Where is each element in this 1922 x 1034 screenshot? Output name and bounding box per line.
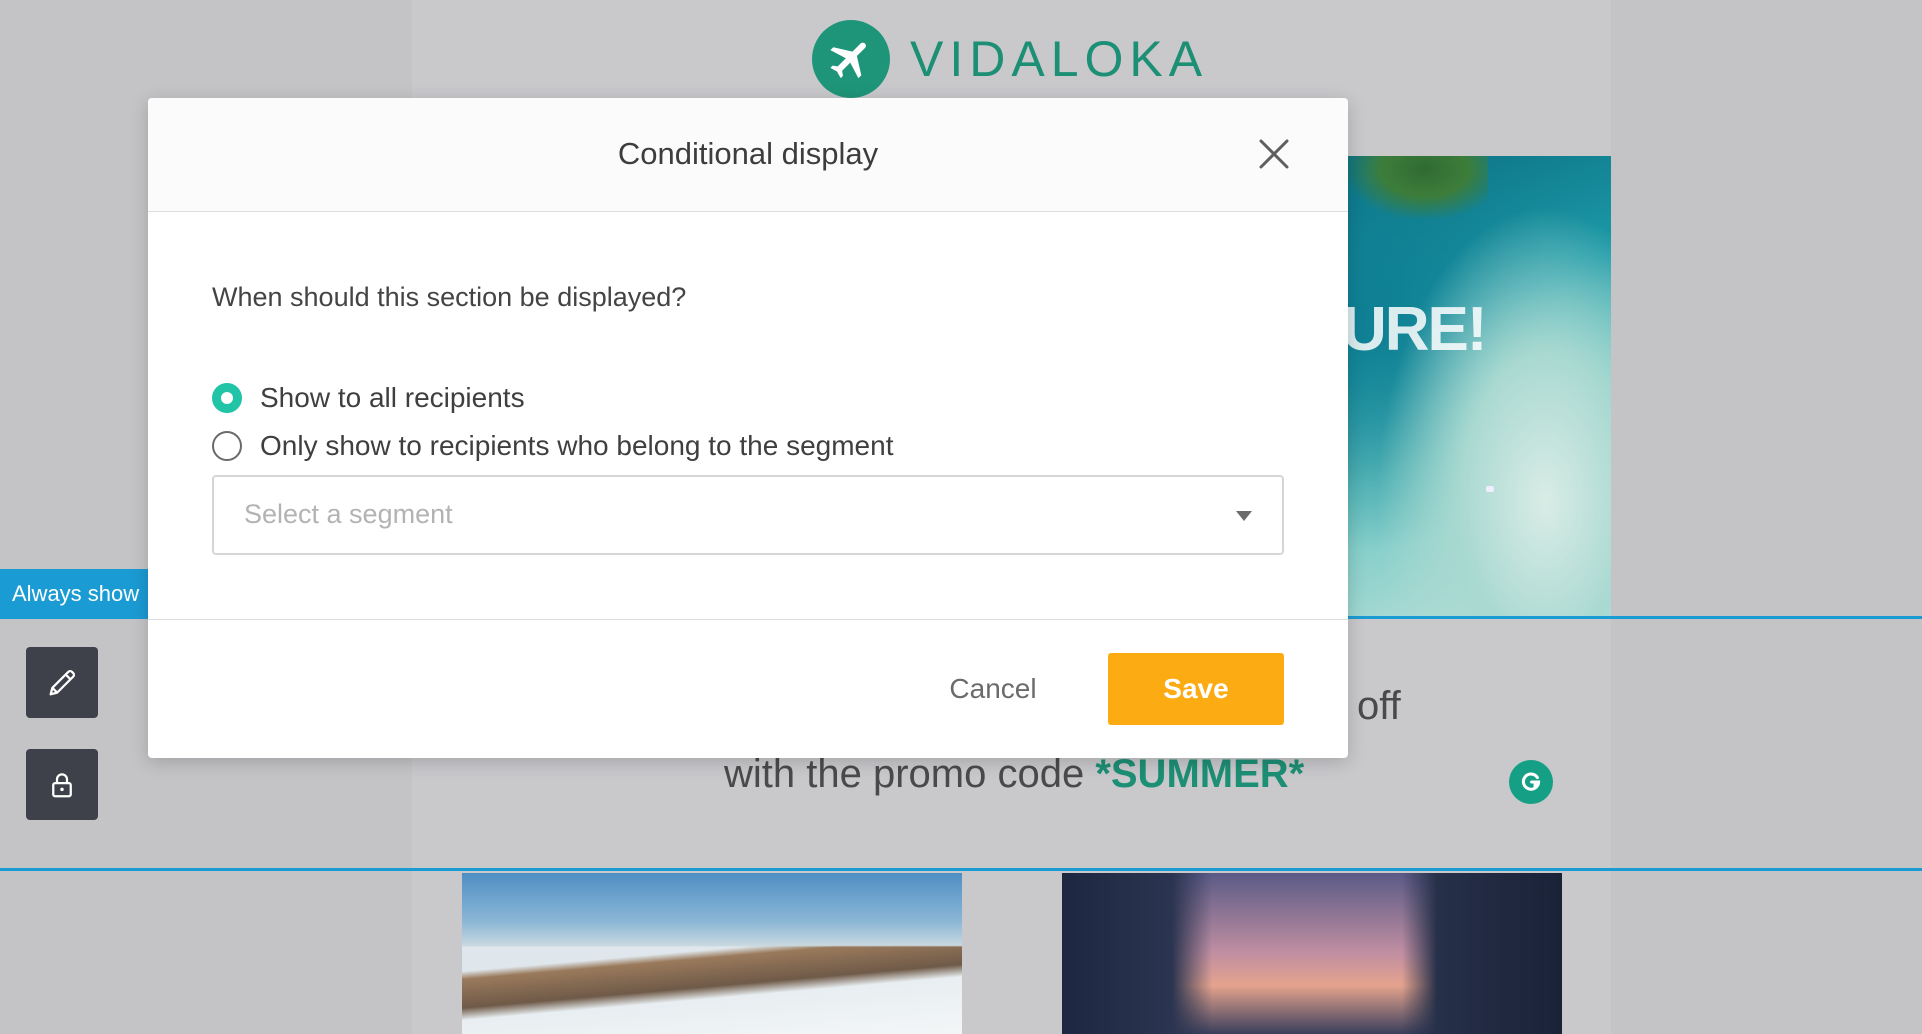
promo-off-text: off [1357, 684, 1401, 728]
segment-select[interactable]: Select a segment [212, 475, 1284, 555]
close-button[interactable] [1254, 134, 1294, 174]
option-all-recipients-label: Show to all recipients [260, 382, 525, 413]
pencil-icon [49, 669, 76, 695]
hero-image: URE! [1348, 156, 1611, 616]
radio-segment-only[interactable] [212, 431, 242, 461]
edit-section-button[interactable] [26, 647, 98, 718]
save-button[interactable]: Save [1108, 653, 1284, 725]
display-question: When should this section be displayed? [212, 282, 687, 312]
airplane-icon [812, 20, 890, 98]
lock-icon [52, 772, 72, 797]
brand-name: VIDALOKA [910, 31, 1209, 87]
option-segment-only-label: Only show to recipients who belong to th… [260, 430, 894, 461]
city-image [1062, 873, 1562, 1034]
caret-down-icon [1236, 511, 1252, 521]
section-visibility-tag[interactable]: Always show [0, 569, 150, 619]
option-all-recipients[interactable]: Show to all recipients [212, 382, 525, 414]
segment-select-placeholder: Select a segment [244, 499, 453, 529]
close-icon [1259, 139, 1289, 169]
hero-headline: URE! [1348, 295, 1488, 364]
option-segment-only[interactable]: Only show to recipients who belong to th… [212, 430, 893, 462]
hero-boat [1486, 486, 1494, 492]
section-bottom-border [0, 868, 1922, 871]
radio-all-recipients[interactable] [212, 383, 242, 413]
grammarly-icon[interactable] [1509, 760, 1553, 804]
hero-foliage [1348, 156, 1488, 218]
dialog-footer: Cancel Save [148, 620, 1348, 759]
mountain-image [462, 873, 962, 1034]
brand-logo: VIDALOKA [812, 20, 1208, 98]
dialog-title: Conditional display [617, 136, 879, 171]
dialog-header: Conditional display [148, 98, 1348, 212]
conditional-display-dialog: Conditional display When should this sec… [148, 98, 1348, 758]
cancel-button[interactable]: Cancel [918, 653, 1068, 725]
lock-section-button[interactable] [26, 749, 98, 820]
dialog-body: When should this section be displayed? S… [148, 212, 1348, 620]
